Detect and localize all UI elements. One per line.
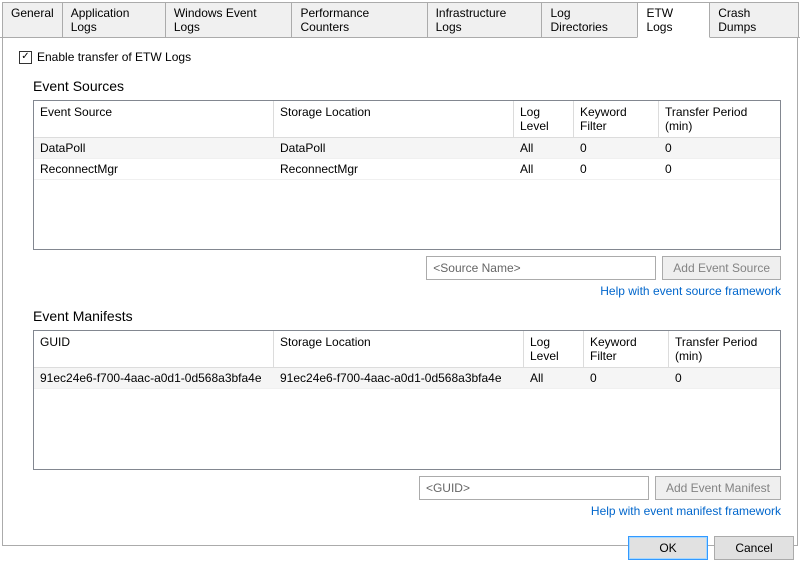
table-row[interactable]: DataPoll DataPoll All 0 0 (34, 138, 780, 159)
dialog-buttons: OK Cancel (628, 536, 794, 560)
col-guid[interactable]: GUID (34, 331, 274, 367)
col-transfer-period[interactable]: Transfer Period (min) (669, 331, 780, 367)
tab-application-logs[interactable]: Application Logs (62, 2, 166, 37)
cell-keyword: 0 (584, 368, 669, 388)
col-keyword-filter[interactable]: Keyword Filter (584, 331, 669, 367)
cell-keyword: 0 (574, 138, 659, 158)
event-sources-header: Event Source Storage Location Log Level … (34, 101, 780, 138)
cell-period: 0 (659, 138, 780, 158)
cell-keyword: 0 (574, 159, 659, 179)
tab-content: ✓ Enable transfer of ETW Logs Event Sour… (2, 38, 798, 546)
tab-performance-counters[interactable]: Performance Counters (291, 2, 427, 37)
tab-crash-dumps[interactable]: Crash Dumps (709, 2, 799, 37)
table-row[interactable]: 91ec24e6-f700-4aac-a0d1-0d568a3bfa4e 91e… (34, 368, 780, 389)
cell-storage: DataPoll (274, 138, 514, 158)
tab-etw-logs[interactable]: ETW Logs (637, 2, 710, 38)
cell-loglevel: All (514, 138, 574, 158)
cell-period: 0 (669, 368, 780, 388)
event-sources-grid: Event Source Storage Location Log Level … (33, 100, 781, 250)
event-manifests-body: 91ec24e6-f700-4aac-a0d1-0d568a3bfa4e 91e… (34, 368, 780, 469)
guid-input[interactable] (419, 476, 649, 500)
cell-source: DataPoll (34, 138, 274, 158)
col-storage-location[interactable]: Storage Location (274, 101, 514, 137)
event-sources-section: Event Sources Event Source Storage Locat… (33, 78, 781, 298)
tab-general[interactable]: General (2, 2, 63, 37)
enable-transfer-row: ✓ Enable transfer of ETW Logs (19, 50, 781, 64)
ok-button[interactable]: OK (628, 536, 708, 560)
enable-transfer-checkbox[interactable]: ✓ (19, 51, 32, 64)
col-log-level[interactable]: Log Level (514, 101, 574, 137)
col-keyword-filter[interactable]: Keyword Filter (574, 101, 659, 137)
tab-infrastructure-logs[interactable]: Infrastructure Logs (427, 2, 543, 37)
col-event-source[interactable]: Event Source (34, 101, 274, 137)
col-log-level[interactable]: Log Level (524, 331, 584, 367)
cell-storage: 91ec24e6-f700-4aac-a0d1-0d568a3bfa4e (274, 368, 524, 388)
cell-loglevel: All (514, 159, 574, 179)
event-manifests-header: GUID Storage Location Log Level Keyword … (34, 331, 780, 368)
tab-bar: General Application Logs Windows Event L… (0, 0, 800, 38)
col-storage-location[interactable]: Storage Location (274, 331, 524, 367)
cell-period: 0 (659, 159, 780, 179)
event-manifests-section: Event Manifests GUID Storage Location Lo… (33, 308, 781, 518)
cancel-button[interactable]: Cancel (714, 536, 794, 560)
event-sources-title: Event Sources (33, 78, 781, 94)
tab-log-directories[interactable]: Log Directories (541, 2, 638, 37)
event-manifests-title: Event Manifests (33, 308, 781, 324)
enable-transfer-label: Enable transfer of ETW Logs (37, 50, 191, 64)
cell-guid: 91ec24e6-f700-4aac-a0d1-0d568a3bfa4e (34, 368, 274, 388)
help-event-source-link[interactable]: Help with event source framework (600, 284, 781, 298)
cell-source: ReconnectMgr (34, 159, 274, 179)
add-source-row: Add Event Source (33, 256, 781, 280)
help-event-manifest-link[interactable]: Help with event manifest framework (591, 504, 781, 518)
tab-windows-event-logs[interactable]: Windows Event Logs (165, 2, 293, 37)
add-event-manifest-button[interactable]: Add Event Manifest (655, 476, 781, 500)
source-name-input[interactable] (426, 256, 656, 280)
add-event-source-button[interactable]: Add Event Source (662, 256, 781, 280)
cell-loglevel: All (524, 368, 584, 388)
event-sources-body: DataPoll DataPoll All 0 0 ReconnectMgr R… (34, 138, 780, 249)
table-row[interactable]: ReconnectMgr ReconnectMgr All 0 0 (34, 159, 780, 180)
event-manifests-grid: GUID Storage Location Log Level Keyword … (33, 330, 781, 470)
cell-storage: ReconnectMgr (274, 159, 514, 179)
col-transfer-period[interactable]: Transfer Period (min) (659, 101, 780, 137)
add-manifest-row: Add Event Manifest (33, 476, 781, 500)
